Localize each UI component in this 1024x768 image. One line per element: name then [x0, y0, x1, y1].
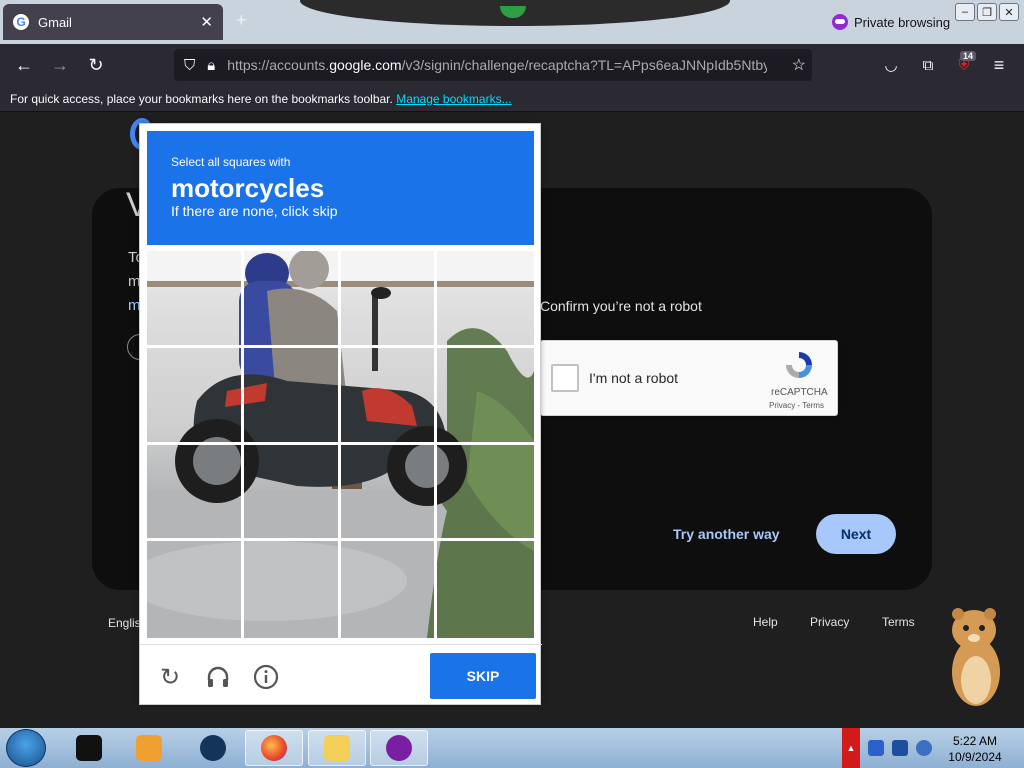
- challenge-tile[interactable]: [147, 541, 244, 638]
- url-domain: google.com: [329, 57, 402, 73]
- extension-badge: 14: [960, 51, 977, 61]
- taskbar-app-firefox[interactable]: [245, 730, 303, 766]
- terminal-icon: [76, 735, 102, 761]
- challenge-tile[interactable]: [243, 347, 341, 445]
- confirm-robot-text: Confirm you’re not a robot: [540, 298, 702, 314]
- private-browsing-label: Private browsing: [854, 14, 951, 30]
- taskbar-clock[interactable]: 5:22 AM 10/9/2024: [940, 733, 1010, 765]
- hamster-sticker: [952, 608, 1000, 706]
- challenge-tile[interactable]: [147, 251, 244, 348]
- challenge-tile[interactable]: [244, 541, 341, 638]
- reload-icon[interactable]: ↻: [85, 54, 107, 76]
- url-text[interactable]: https://accounts.google.com/v3/signin/ch…: [227, 57, 767, 73]
- not-robot-label: I'm not a robot: [589, 370, 679, 386]
- challenge-tile[interactable]: [340, 347, 438, 445]
- challenge-instruction: Select all squares with: [171, 155, 291, 169]
- browser-titlebar: G Gmail ✕ + Private browsing – ❐ ✕: [0, 0, 1024, 44]
- taskbar-app-globe[interactable]: [184, 730, 242, 766]
- tab-title: Gmail: [38, 14, 72, 30]
- taskbar: ▲ 5:22 AM 10/9/2024: [0, 728, 1024, 768]
- google-favicon-icon: G: [13, 14, 29, 30]
- url-rest: /v3/signin/challenge/recaptcha?TL=APps6e…: [401, 57, 768, 73]
- next-button[interactable]: Next: [816, 514, 896, 554]
- address-bar[interactable]: ⛉ 🔒︎ https://accounts.google.com/v3/sign…: [174, 49, 812, 81]
- challenge-tile[interactable]: [340, 444, 438, 542]
- audio-challenge-icon[interactable]: [204, 663, 232, 691]
- tab-close-icon[interactable]: ✕: [200, 13, 213, 31]
- challenge-skip-hint: If there are none, click skip: [171, 203, 338, 219]
- not-robot-checkbox[interactable]: [551, 364, 579, 392]
- menu-hamburger-icon[interactable]: ≡: [988, 54, 1010, 76]
- headphones-icon: [207, 666, 229, 687]
- taskbar-app-media[interactable]: [120, 730, 178, 766]
- media-player-icon: [136, 735, 162, 761]
- globe-icon: [200, 735, 226, 761]
- tracking-shield-icon[interactable]: ⛉: [184, 57, 195, 74]
- challenge-tile[interactable]: [437, 348, 534, 445]
- challenge-image-grid: [147, 251, 534, 638]
- info-circle-icon: [253, 664, 279, 690]
- close-window-icon[interactable]: ✕: [999, 3, 1019, 21]
- minimize-icon[interactable]: –: [955, 3, 975, 21]
- bookmarks-hint: For quick access, place your bookmarks h…: [10, 92, 393, 106]
- tab-gmail[interactable]: G Gmail ✕: [3, 4, 223, 40]
- titlebar-decoration: [300, 0, 730, 26]
- footer-help-link[interactable]: Help: [753, 615, 778, 629]
- reload-challenge-icon[interactable]: ↻: [156, 663, 184, 691]
- recaptcha-logo-icon: [786, 352, 812, 378]
- challenge-tile[interactable]: [243, 444, 341, 542]
- status-lamp: [500, 6, 526, 18]
- challenge-tile[interactable]: [147, 444, 244, 542]
- manage-bookmarks-link[interactable]: Manage bookmarks...: [396, 92, 511, 106]
- taskbar-app-private-firefox[interactable]: [370, 730, 428, 766]
- clock-date: 10/9/2024: [948, 750, 1002, 764]
- start-button-icon[interactable]: [6, 729, 46, 767]
- challenge-tile[interactable]: [437, 251, 534, 348]
- tray-network-icon[interactable]: [868, 740, 884, 756]
- bookmarks-toolbar: For quick access, place your bookmarks h…: [0, 86, 1024, 112]
- lock-icon[interactable]: 🔒︎: [207, 57, 215, 74]
- private-mask-icon: [832, 14, 848, 30]
- url-prefix: https://accounts.: [227, 57, 330, 73]
- firefox-icon: [261, 735, 287, 761]
- pocket-icon[interactable]: ◡: [880, 54, 902, 76]
- tray-show-hidden-icon[interactable]: ▲: [842, 728, 860, 768]
- challenge-tile[interactable]: [437, 541, 534, 638]
- language-selector[interactable]: Englis: [108, 616, 141, 630]
- forward-arrow-icon[interactable]: →: [49, 54, 71, 76]
- taskbar-app-terminal[interactable]: [60, 730, 118, 766]
- challenge-tile[interactable]: [341, 541, 438, 638]
- challenge-tile[interactable]: [340, 251, 438, 348]
- new-tab-icon[interactable]: +: [236, 10, 247, 31]
- footer-terms-link[interactable]: Terms: [882, 615, 915, 629]
- challenge-tile[interactable]: [147, 347, 244, 445]
- browser-navbar: ← → ↻ ⛉ 🔒︎ https://accounts.google.com/v…: [0, 44, 1024, 86]
- info-icon[interactable]: [252, 663, 280, 691]
- skip-button[interactable]: SKIP: [430, 653, 536, 699]
- folder-icon: [324, 735, 350, 761]
- taskbar-app-explorer[interactable]: [308, 730, 366, 766]
- restore-icon[interactable]: ❐: [977, 3, 997, 21]
- challenge-tile[interactable]: [243, 251, 341, 348]
- back-arrow-icon[interactable]: ←: [13, 54, 35, 76]
- challenge-tile[interactable]: [437, 445, 534, 542]
- clock-time: 5:22 AM: [952, 734, 998, 748]
- challenge-footer: ↻ SKIP: [140, 644, 542, 706]
- private-browsing-indicator: Private browsing: [832, 14, 950, 30]
- challenge-header: Select all squares with motorcycles If t…: [147, 131, 534, 245]
- extensions-icon[interactable]: ⧉: [917, 54, 939, 76]
- recaptcha-challenge: Select all squares with motorcycles If t…: [139, 123, 542, 706]
- challenge-object: motorcycles: [171, 173, 325, 203]
- private-firefox-icon: [386, 735, 412, 761]
- recaptcha-privacy-terms[interactable]: Privacy - Terms: [769, 401, 824, 410]
- try-another-way-button[interactable]: Try another way: [673, 526, 780, 542]
- bookmark-star-icon[interactable]: ☆: [792, 55, 806, 75]
- recaptcha-widget: I'm not a robot reCAPTCHA Privacy - Term…: [540, 340, 838, 416]
- window-controls: – ❐ ✕: [955, 3, 1019, 21]
- tray-volume-icon[interactable]: [916, 740, 932, 756]
- tray-display-icon[interactable]: [892, 740, 908, 756]
- footer-privacy-link[interactable]: Privacy: [810, 615, 849, 629]
- recaptcha-brand: reCAPTCHA: [771, 387, 828, 398]
